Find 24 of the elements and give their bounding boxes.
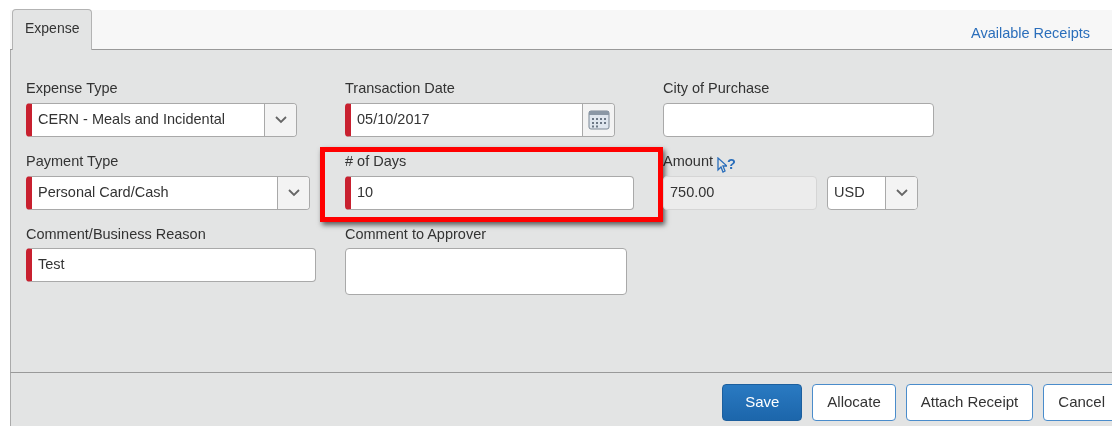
field-label: Comment to Approver	[345, 224, 487, 244]
action-button[interactable]: Allocate	[812, 384, 896, 421]
action-button[interactable]: Attach Receipt	[905, 384, 1034, 421]
dropdown[interactable]: Personal Card/Cash	[26, 175, 310, 210]
field-label: Comment/Business Reason	[26, 224, 206, 244]
date-field[interactable]: 05/10/2017	[345, 102, 615, 137]
chevron-icon[interactable]	[277, 176, 309, 209]
field-label: Expense Type	[26, 79, 118, 98]
field-label: Amount	[663, 151, 713, 171]
field-label: # of Days	[345, 151, 407, 171]
input-field[interactable]: Test	[26, 248, 316, 283]
calendar-icon[interactable]	[582, 103, 614, 136]
field-label: Payment Type	[26, 151, 119, 171]
chevron-icon[interactable]	[264, 103, 296, 136]
input-field[interactable]	[663, 102, 934, 137]
action-button[interactable]: Cancel	[1043, 384, 1112, 421]
field-label: Transaction Date	[345, 79, 455, 98]
input-field[interactable]: 10	[345, 175, 634, 210]
save-button[interactable]: Save	[722, 384, 803, 421]
dropdown[interactable]: CERN - Meals and Incidental	[26, 102, 297, 137]
available-receipts-link[interactable]: Available Receipts	[970, 23, 1090, 45]
tab[interactable]: Expense	[12, 9, 93, 50]
field-label: City of Purchase	[663, 79, 770, 98]
input-field[interactable]	[345, 248, 627, 296]
